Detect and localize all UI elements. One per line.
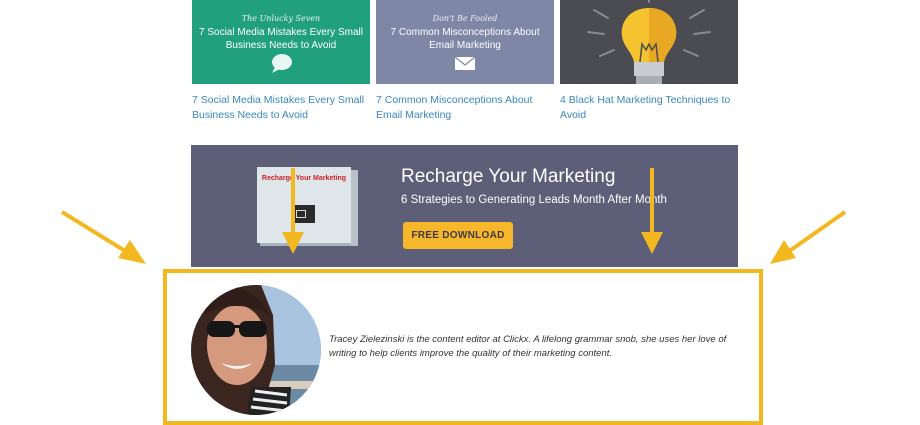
- thumbnail-kicker: The Unlucky Seven: [241, 14, 321, 23]
- ebook-title: Recharge Your Marketing: [261, 175, 347, 182]
- ebook-cover-image: Recharge Your Marketing: [257, 167, 358, 246]
- related-post-thumbnail-2[interactable]: Don't Be Fooled 7 Common Misconceptions …: [376, 0, 554, 84]
- author-bio-text: Tracey Zielezinski is the content editor…: [329, 334, 727, 359]
- related-post-thumbnail-1[interactable]: The Unlucky Seven 7 Social Media Mistake…: [192, 0, 370, 84]
- related-post-link-1[interactable]: 7 Social Media Mistakes Every Small Busi…: [192, 93, 370, 123]
- author-avatar: [191, 285, 321, 415]
- author-photo: [191, 285, 321, 415]
- envelope-icon: [454, 56, 476, 70]
- related-post-link-3[interactable]: 4 Black Hat Marketing Techniques to Avoi…: [560, 93, 738, 123]
- lightbulb-icon: [587, 0, 711, 84]
- cta-banner[interactable]: Recharge Your Marketing Recharge Your Ma…: [191, 145, 738, 267]
- related-post-link-2[interactable]: 7 Common Misconceptions About Email Mark…: [376, 93, 554, 123]
- ebook-screen-graphic: [291, 205, 315, 223]
- arrow-right-diagonal: [770, 210, 847, 264]
- chat-bubble-icon: [272, 54, 292, 73]
- related-post-thumbnail-3[interactable]: [560, 0, 738, 84]
- thumbnail-title: 7 Common Misconceptions About Email Mark…: [390, 27, 540, 51]
- banner-subtitle: 6 Strategies to Generating Leads Month A…: [401, 194, 667, 206]
- banner-title: Recharge Your Marketing: [401, 166, 616, 187]
- thumbnail-title: 7 Social Media Mistakes Every Small Busi…: [199, 27, 363, 51]
- ebook-spine: [351, 170, 358, 246]
- thumbnail-kicker: Don't Be Fooled: [432, 14, 498, 23]
- free-download-button[interactable]: FREE DOWNLOAD: [403, 222, 513, 249]
- arrow-left-diagonal: [60, 210, 146, 264]
